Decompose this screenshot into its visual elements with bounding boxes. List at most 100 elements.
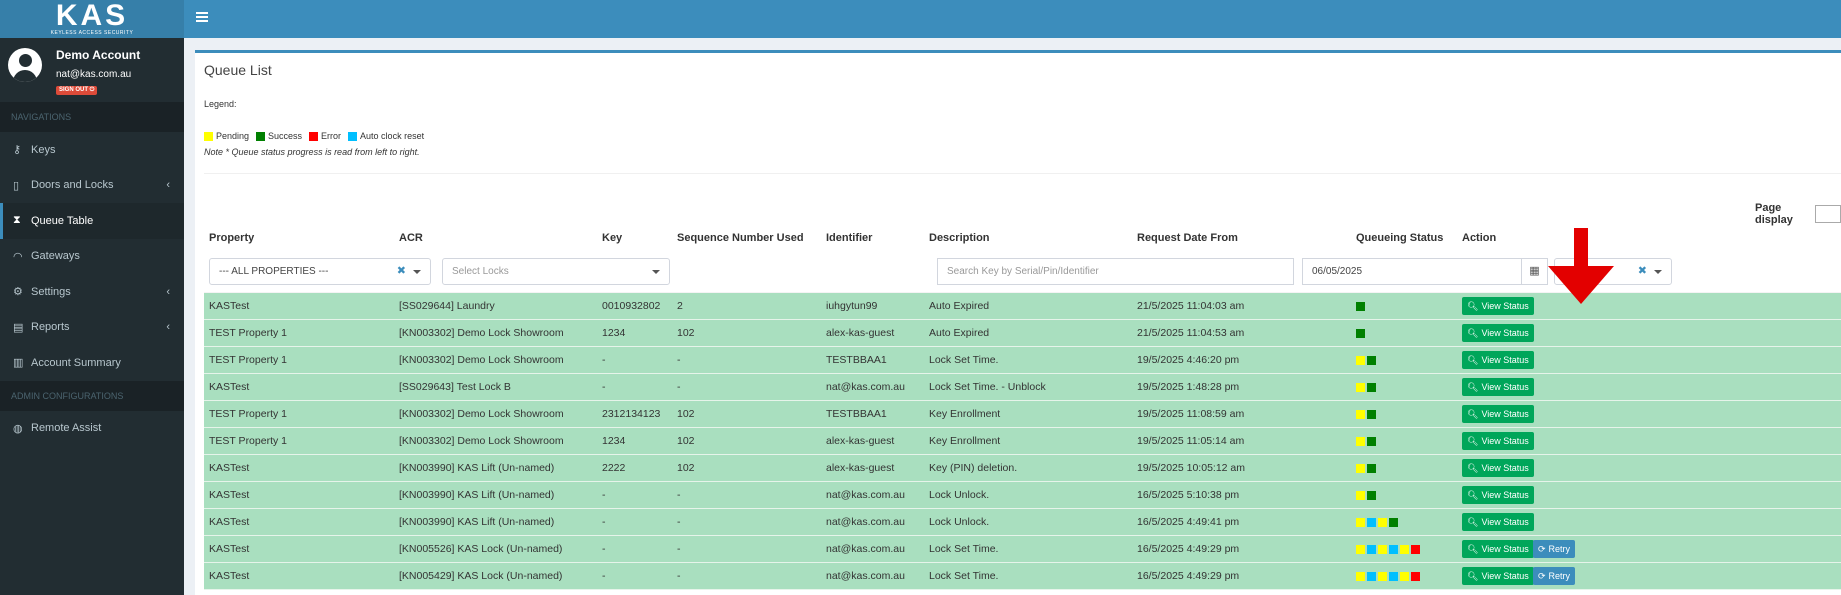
view-status-button[interactable]: 🔍︎ View Status	[1462, 540, 1534, 558]
retry-button[interactable]: ⟳ Retry	[1533, 540, 1576, 558]
status-square	[1389, 545, 1398, 554]
status-square	[1367, 410, 1376, 419]
logo-text: KAS	[55, 0, 129, 32]
column-header[interactable]: Queueing Status	[1356, 223, 1443, 253]
cell-acr: [KN003302] Demo Lock Showroom	[399, 408, 564, 420]
sidebar-item-reports[interactable]: ▤ Reports ‹	[0, 310, 184, 346]
cell-date: 16/5/2025 4:49:29 pm	[1137, 570, 1240, 582]
sidebar-item-queue-table[interactable]: ⧗ Queue Table	[0, 203, 184, 239]
view-status-button[interactable]: 🔍︎ View Status	[1462, 459, 1534, 477]
view-status-label: View Status	[1481, 517, 1529, 527]
clear-icon[interactable]: ✖	[397, 259, 406, 284]
view-status-button[interactable]: 🔍︎ View Status	[1462, 351, 1534, 369]
legend-label: Error	[321, 131, 342, 141]
legend-item: Pending	[204, 131, 249, 141]
column-header[interactable]: Request Date From	[1137, 223, 1238, 253]
cell-acr: [KN005429] KAS Lock (Un-named)	[399, 570, 563, 582]
sidebar-item-gateways[interactable]: ◠ Gateways	[0, 239, 184, 275]
kas-logo[interactable]: KAS KEYLESS ACCESS SECURITY	[0, 0, 184, 38]
request-date-input[interactable]: 06/05/2025	[1302, 258, 1522, 285]
sidebar-item-account-summary[interactable]: ▥ Account Summary	[0, 345, 184, 381]
column-header[interactable]: Key	[602, 223, 622, 253]
column-header[interactable]: Action	[1462, 223, 1496, 253]
cell-identifier: iuhgytun99	[826, 300, 878, 312]
view-status-button[interactable]: 🔍︎ View Status	[1462, 513, 1534, 531]
cell-date: 21/5/2025 11:04:03 am	[1137, 300, 1245, 312]
sign-out-button[interactable]: SIGN OUT ⏻	[56, 86, 98, 95]
filter-row: --- ALL PROPERTIES --- ✖ Select Locks Se…	[204, 253, 1841, 293]
legend-label: Success	[268, 131, 303, 141]
cell-identifier: TESTBBAA1	[826, 354, 887, 366]
cell-seq: 102	[677, 408, 695, 420]
queue-status-progress	[1356, 464, 1378, 473]
sidebar-item-remote-assist[interactable]: ◍ Remote Assist	[0, 411, 184, 447]
status-square	[1356, 572, 1365, 581]
view-status-button[interactable]: 🔍︎ View Status	[1462, 297, 1534, 315]
sidebar-item-doors-and-locks[interactable]: ▯ Doors and Locks ‹	[0, 168, 184, 204]
view-status-button[interactable]: 🔍︎ View Status	[1462, 324, 1534, 342]
nav-icon: ▯	[13, 179, 20, 192]
page-display-select[interactable]	[1815, 205, 1841, 223]
cell-acr: [SS029643] Test Lock B	[399, 381, 511, 393]
cell-key: -	[602, 543, 606, 555]
column-header[interactable]: Description	[929, 223, 990, 253]
sidebar-item-settings[interactable]: ⚙ Settings ‹	[0, 274, 184, 310]
legend-swatch	[204, 131, 213, 141]
legend: Pending Success Error Auto clock reset	[204, 131, 431, 141]
retry-button[interactable]: ⟳ Retry	[1533, 567, 1576, 585]
clear-icon[interactable]: ✖	[1638, 259, 1647, 284]
legend-item: Error	[309, 131, 341, 141]
cell-seq: -	[677, 489, 681, 501]
status-square	[1356, 329, 1365, 338]
cell-seq: 102	[677, 327, 695, 339]
view-status-button[interactable]: 🔍︎ View Status	[1462, 486, 1534, 504]
view-status-button[interactable]: 🔍︎ View Status	[1462, 432, 1534, 450]
cell-property: TEST Property 1	[209, 435, 288, 447]
column-header[interactable]: Sequence Number Used	[677, 223, 804, 253]
status-square	[1356, 302, 1365, 311]
chevron-left-icon: ‹	[166, 285, 170, 298]
cell-date: 19/5/2025 11:05:14 am	[1137, 435, 1245, 447]
queue-status-filter-select[interactable]: ✖	[1554, 258, 1672, 285]
view-status-button[interactable]: 🔍︎ View Status	[1462, 567, 1534, 585]
view-status-button[interactable]: 🔍︎ View Status	[1462, 405, 1534, 423]
view-status-label: View Status	[1481, 544, 1529, 554]
view-status-button[interactable]: 🔍︎ View Status	[1462, 378, 1534, 396]
search-input[interactable]: Search Key by Serial/Pin/Identifier	[937, 258, 1294, 285]
cell-property: KASTest	[209, 570, 250, 582]
queue-status-progress	[1356, 356, 1378, 365]
legend-label: Pending	[216, 131, 250, 141]
sidebar-item-keys[interactable]: ⚷ Keys	[0, 132, 184, 168]
queue-status-progress	[1356, 329, 1367, 338]
status-square	[1367, 518, 1376, 527]
property-filter-select[interactable]: --- ALL PROPERTIES --- ✖	[209, 258, 431, 285]
status-square	[1400, 572, 1409, 581]
acr-filter-select[interactable]: Select Locks	[442, 258, 670, 285]
cell-seq: -	[677, 516, 681, 528]
search-icon: 🔍︎	[1467, 409, 1479, 419]
nav-icon: ▥	[13, 357, 24, 370]
hamburger-menu-icon[interactable]	[196, 12, 208, 22]
status-square	[1356, 383, 1365, 392]
chevron-left-icon: ‹	[166, 179, 170, 192]
globe-icon: ◍	[13, 422, 23, 435]
queue-status-progress	[1356, 545, 1422, 554]
status-square	[1367, 356, 1376, 365]
cell-identifier: TESTBBAA1	[826, 408, 887, 420]
column-header[interactable]: ACR	[399, 223, 423, 253]
cell-identifier: nat@kas.com.au	[826, 570, 905, 582]
status-square	[1367, 437, 1376, 446]
status-square	[1367, 572, 1376, 581]
cell-description: Key Enrollment	[929, 435, 1001, 447]
sidebar-item-label: Account Summary	[31, 356, 121, 369]
column-header[interactable]: Identifier	[826, 223, 872, 253]
status-square	[1378, 572, 1387, 581]
cell-property: KASTest	[209, 462, 250, 474]
column-header[interactable]: Property	[209, 223, 254, 253]
nav-icon: ⚙	[13, 286, 23, 299]
cell-key: 2312134123	[602, 408, 661, 420]
search-icon: 🔍︎	[1467, 328, 1479, 338]
cell-identifier: alex-kas-guest	[826, 327, 895, 339]
sidebar-item-label: Keys	[31, 143, 56, 156]
calendar-icon[interactable]: ▦	[1522, 258, 1548, 285]
